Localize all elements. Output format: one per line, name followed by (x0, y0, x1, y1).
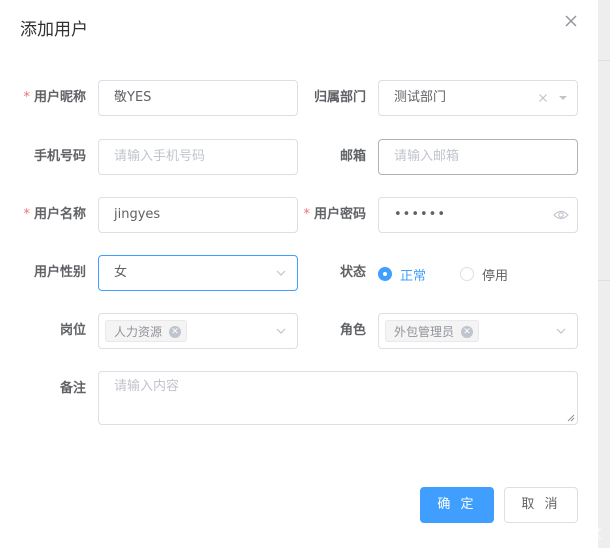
dept-select[interactable]: 测试部门 (378, 80, 578, 116)
confirm-button[interactable]: 确 定 (420, 487, 494, 523)
email-label: 邮箱 (339, 149, 366, 164)
nickname-input[interactable]: 敬YES (98, 80, 298, 116)
radio-dot (378, 267, 392, 281)
email-input[interactable]: 请输入邮箱 (378, 139, 578, 175)
radio-dot (460, 267, 474, 281)
nickname-label: * 用户昵称 (23, 90, 86, 105)
post-tag: 人力资源 ✕ (105, 320, 188, 342)
phone-label: 手机号码 (33, 149, 86, 164)
sex-select[interactable]: 女 (98, 255, 298, 291)
background-divider (598, 60, 610, 61)
watermark: @稀土掘金技术社区 (493, 527, 602, 541)
password-input[interactable]: •••••• (378, 197, 578, 233)
sex-label: 用户性别 (33, 265, 86, 280)
chevron-down-icon (556, 328, 566, 334)
password-value: •••••• (394, 207, 447, 222)
close-icon[interactable] (562, 12, 580, 30)
caret-down-icon (559, 96, 567, 100)
sex-value: 女 (114, 265, 128, 280)
clear-icon[interactable] (537, 92, 549, 104)
background-page (598, 0, 610, 548)
dept-label: 归属部门 (313, 90, 366, 105)
username-label: * 用户名称 (23, 207, 86, 222)
post-select[interactable]: 人力资源 ✕ (98, 313, 298, 349)
remark-textarea[interactable]: 请输入内容 (98, 371, 578, 425)
phone-placeholder: 请输入手机号码 (114, 149, 206, 164)
eye-icon[interactable] (553, 209, 569, 221)
resize-handle-icon[interactable] (567, 414, 575, 422)
background-divider (598, 280, 610, 281)
tag-close-icon[interactable]: ✕ (461, 326, 474, 338)
status-label: 状态 (339, 265, 366, 280)
post-label: 岗位 (59, 323, 86, 338)
password-label: * 用户密码 (303, 207, 366, 222)
cancel-button[interactable]: 取 消 (504, 487, 578, 523)
role-tag: 外包管理员 ✕ (385, 320, 480, 342)
phone-input[interactable]: 请输入手机号码 (98, 139, 298, 175)
tag-close-icon[interactable]: ✕ (169, 326, 182, 338)
dialog-title: 添加用户 (20, 20, 88, 40)
username-input[interactable]: jingyes (98, 197, 298, 233)
username-value: jingyes (114, 207, 161, 222)
role-label: 角色 (339, 323, 366, 338)
email-placeholder: 请输入邮箱 (394, 149, 460, 164)
nickname-value: 敬YES (114, 90, 152, 105)
add-user-dialog: 添加用户 * 用户昵称 敬YES 归属部门 测试部门 手机号码 请输入手机号码 邮… (0, 0, 598, 548)
remark-label: 备注 (59, 381, 86, 396)
remark-placeholder: 请输入内容 (114, 379, 180, 394)
dept-value: 测试部门 (394, 90, 447, 105)
role-select[interactable]: 外包管理员 ✕ (378, 313, 578, 349)
